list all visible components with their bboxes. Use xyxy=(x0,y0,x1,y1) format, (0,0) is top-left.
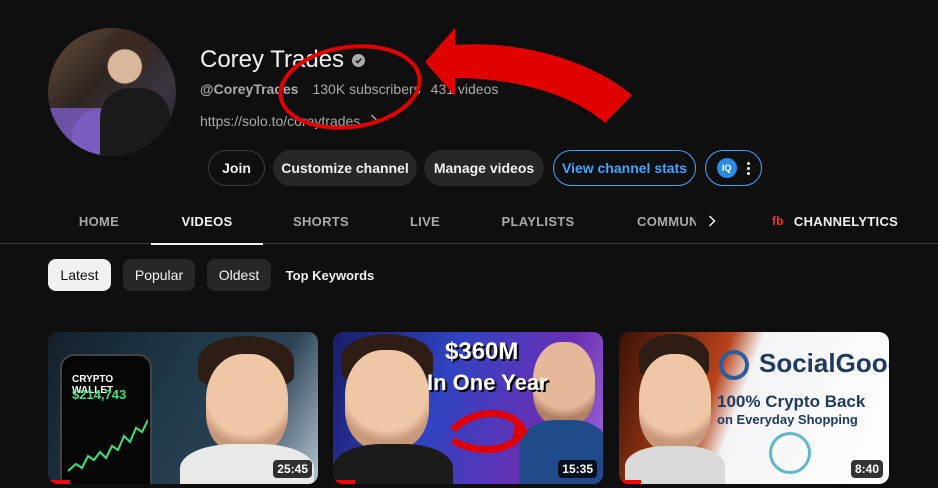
chevron-right-icon[interactable] xyxy=(370,113,378,129)
thumbnail-overlay-value: $214,743 xyxy=(72,387,127,402)
channel-avatar[interactable] xyxy=(48,28,176,156)
channel-meta: @CoreyTrades 130K subscribers 431 videos xyxy=(200,81,498,97)
tab-channelytics-label: CHANNELYTICS xyxy=(793,213,899,229)
watch-progress xyxy=(619,480,641,484)
thumbnail-overlay-line1: 100% Crypto Back xyxy=(717,392,866,411)
channel-tabs: HOME VIDEOS SHORTS LIVE PLAYLISTS COMMUN… xyxy=(0,198,938,245)
channel-title: Corey Trades xyxy=(200,46,366,74)
channel-link-row[interactable]: https://solo.to/coreytrades xyxy=(200,113,378,129)
video-duration: 8:40 xyxy=(850,460,883,478)
extension-logo-icon: IQ xyxy=(716,158,737,178)
annotation-arrow xyxy=(425,28,632,123)
channel-handle: @CoreyTrades xyxy=(200,81,299,97)
thumbnail-overlay-brand: SocialGood xyxy=(759,348,889,378)
subscriber-count: 130K subscribers xyxy=(312,81,421,97)
tab-channelytics[interactable]: fb CHANNELYTICS xyxy=(770,198,900,244)
socialgood-logo-icon xyxy=(719,350,749,380)
filter-popular[interactable]: Popular xyxy=(123,259,195,291)
cashback-icon xyxy=(769,432,811,474)
manage-videos-button[interactable]: Manage videos xyxy=(424,150,544,186)
channel-link[interactable]: https://solo.to/coreytrades xyxy=(200,113,360,129)
channelytics-icon: fb xyxy=(771,214,784,228)
video-thumbnail[interactable]: SocialGood 100% Crypto Back on Everyday … xyxy=(619,332,889,484)
kebab-icon[interactable] xyxy=(747,161,751,175)
verified-icon xyxy=(352,53,366,67)
thumbnail-overlay-title: $360M xyxy=(445,338,519,365)
customize-channel-button[interactable]: Customize channel xyxy=(273,150,417,186)
video-thumbnail[interactable]: $360M In One Year 15:35 xyxy=(333,332,603,484)
video-count: 431 videos xyxy=(430,81,499,97)
join-button[interactable]: Join xyxy=(208,150,265,186)
tab-shorts[interactable]: SHORTS xyxy=(280,198,362,244)
video-thumbnail[interactable]: CRYPTO WALLET $214,743 25:45 xyxy=(48,332,318,484)
thumbnail-overlay-subtitle: In One Year xyxy=(427,370,548,395)
filter-latest[interactable]: Latest xyxy=(48,259,111,291)
channel-name: Corey Trades xyxy=(200,46,345,73)
view-channel-stats-button[interactable]: View channel stats xyxy=(553,150,696,186)
extension-button[interactable]: IQ xyxy=(705,150,762,186)
phone-graphic: CRYPTO WALLET $214,743 xyxy=(60,354,152,484)
video-duration: 25:45 xyxy=(273,460,312,478)
watch-progress xyxy=(333,480,355,484)
avatar-background xyxy=(48,108,103,156)
tab-community[interactable]: COMMUNITY xyxy=(626,198,696,244)
avatar-figure xyxy=(100,88,170,156)
filter-top-keywords[interactable]: Top Keywords xyxy=(280,259,380,291)
thumbnail-overlay-line2: on Everyday Shopping xyxy=(717,412,858,427)
tab-videos[interactable]: VIDEOS xyxy=(151,198,263,245)
tab-home[interactable]: HOME xyxy=(52,198,146,244)
filter-oldest[interactable]: Oldest xyxy=(207,259,271,291)
tabs-scroll-right-icon[interactable] xyxy=(700,198,724,244)
tab-community-label: COMMUNITY xyxy=(637,213,696,229)
tab-live[interactable]: LIVE xyxy=(395,198,455,244)
tab-playlists[interactable]: PLAYLISTS xyxy=(488,198,588,244)
video-duration: 15:35 xyxy=(558,460,597,478)
watch-progress xyxy=(48,480,70,484)
